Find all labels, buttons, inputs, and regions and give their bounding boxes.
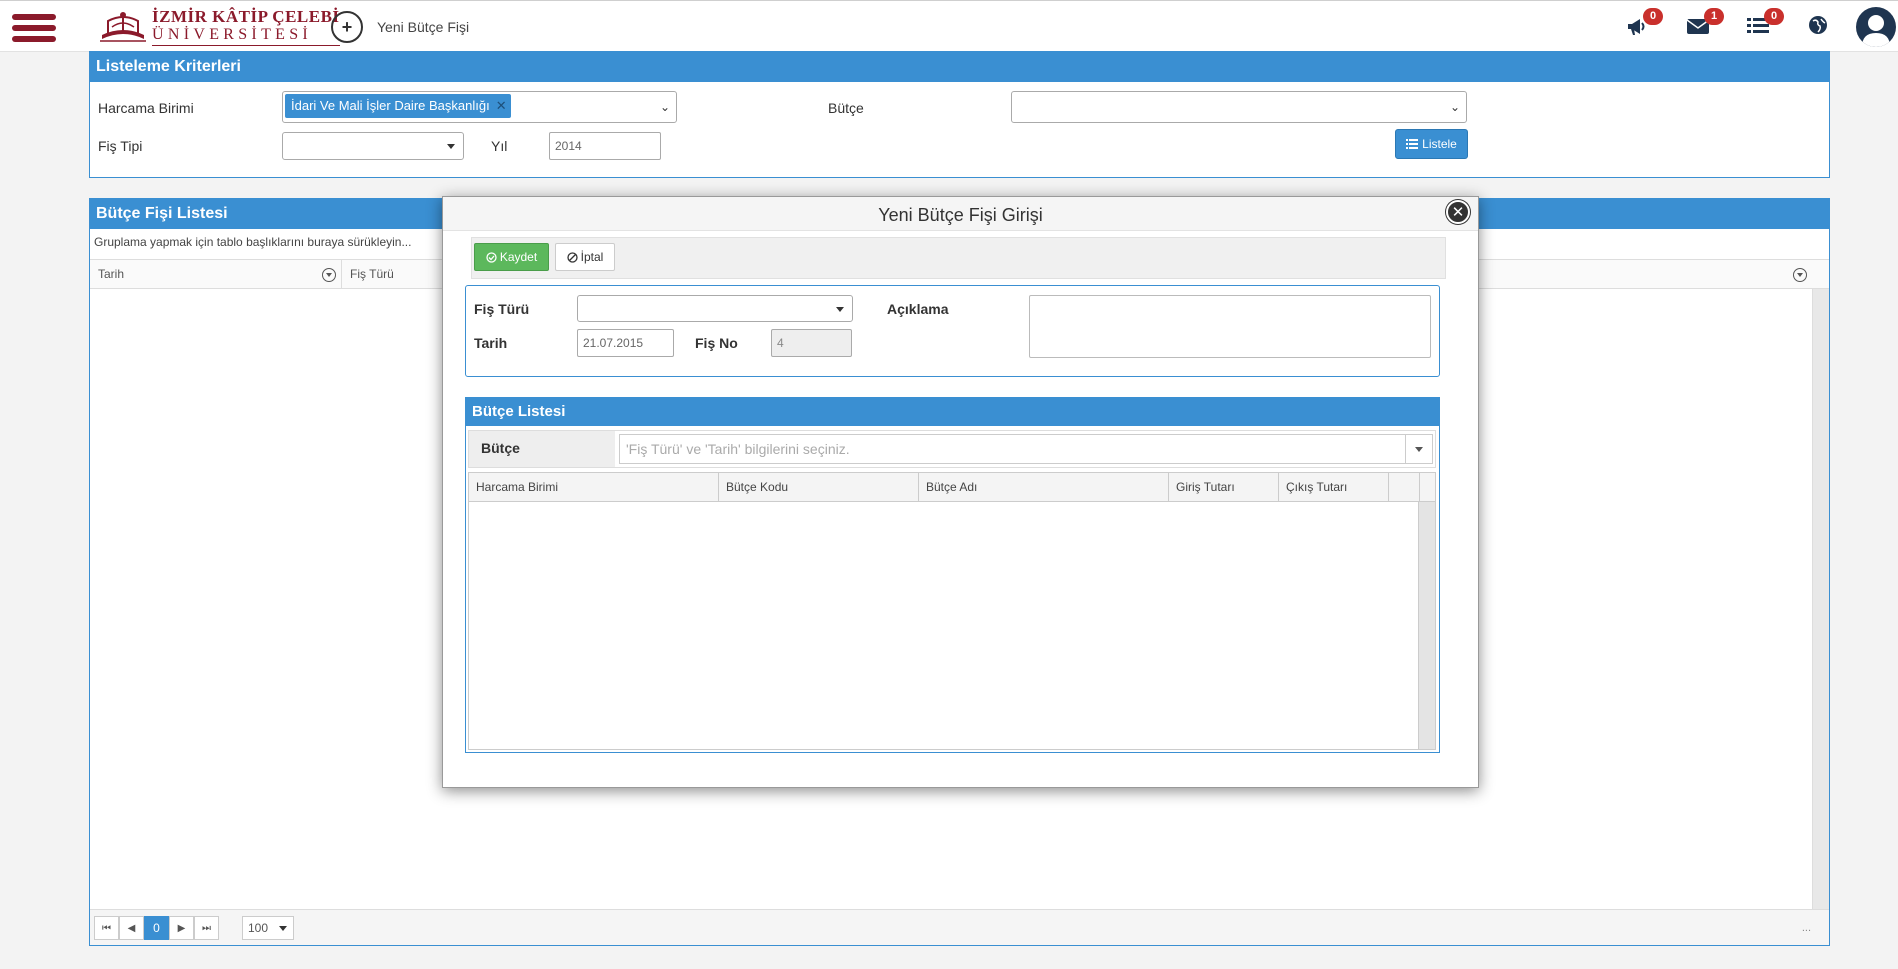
top-bar: İZMİR KÂTİP ÇELEBİ ÜNİVERSİTESİ + Yeni B… <box>0 0 1898 52</box>
page-size-select[interactable]: 100 <box>242 916 294 940</box>
budget-selector-row: Bütçe 'Fiş Türü' ve 'Tarih' bilgilerini … <box>468 430 1436 468</box>
fis-no-label: Fiş No <box>695 335 738 351</box>
cancel-button-label: İptal <box>580 250 604 264</box>
menu-icon[interactable] <box>12 14 56 42</box>
university-logo[interactable]: İZMİR KÂTİP ÇELEBİ ÜNİVERSİTESİ <box>98 7 340 47</box>
cancel-button[interactable]: İptal <box>555 243 615 271</box>
column-header-label: Tarih <box>98 267 125 281</box>
harcama-birimi-tag[interactable]: İdari Ve Mali İşler Daire Başkanlığı ✕ <box>285 94 511 118</box>
column-header-harcama-birimi[interactable]: Harcama Birimi <box>469 473 719 501</box>
budget-grid-scrollbar[interactable] <box>1418 502 1435 749</box>
list-button-label: Listele <box>1422 137 1457 151</box>
criteria-panel: Listeleme Kriterleri Harcama Birimi İdar… <box>89 51 1830 178</box>
messages-badge: 1 <box>1704 8 1724 25</box>
budget-select[interactable]: 'Fiş Türü' ve 'Tarih' bilgilerini seçini… <box>619 434 1433 464</box>
check-circle-icon <box>486 251 497 263</box>
tarih-input[interactable]: 21.07.2015 <box>577 329 674 357</box>
group-by-hint: Gruplama yapmak için tablo başlıklarını … <box>94 235 412 249</box>
caret-down-icon <box>1415 447 1423 452</box>
fis-tipi-label: Fiş Tipi <box>98 138 143 154</box>
fis-turu-select[interactable] <box>577 295 853 322</box>
remove-tag-icon[interactable]: ✕ <box>496 98 507 113</box>
plus-icon: + <box>331 11 363 43</box>
harcama-birimi-label: Harcama Birimi <box>98 100 194 116</box>
chevron-down-icon: ⌄ <box>659 100 670 114</box>
budget-selector-label: Bütçe <box>469 431 615 467</box>
butce-label: Bütçe <box>828 100 864 116</box>
filter-icon[interactable] <box>1793 268 1807 282</box>
prev-page-button[interactable]: ◀ <box>119 916 144 940</box>
aciklama-textarea[interactable] <box>1029 295 1431 358</box>
slip-form: Fiş Türü Açıklama Tarih 21.07.2015 Fiş N… <box>465 285 1440 377</box>
globe-icon <box>1809 16 1827 34</box>
save-button-label: Kaydet <box>499 250 538 264</box>
aciklama-label: Açıklama <box>887 301 949 317</box>
budget-grid-header: Harcama Birimi Bütçe Kodu Bütçe Adı Giri… <box>469 473 1435 502</box>
yil-label: Yıl <box>491 138 508 154</box>
list-icon <box>1406 138 1419 149</box>
new-budget-slip-label: Yeni Bütçe Fişi <box>377 19 470 35</box>
announcements-badge: 0 <box>1643 8 1663 25</box>
budget-select-placeholder: 'Fiş Türü' ve 'Tarih' bilgilerini seçini… <box>626 441 850 457</box>
tasks-badge: 0 <box>1764 8 1784 25</box>
logo-title: İZMİR KÂTİP ÇELEBİ <box>152 7 340 26</box>
fis-turu-label: Fiş Türü <box>474 301 530 317</box>
ban-icon <box>567 251 578 263</box>
budget-grid: Harcama Birimi Bütçe Kodu Bütçe Adı Giri… <box>468 472 1436 750</box>
fis-tipi-select[interactable] <box>282 132 464 160</box>
harcama-birimi-tag-label: İdari Ve Mali İşler Daire Başkanlığı <box>291 98 490 113</box>
list-button[interactable]: Listele <box>1395 129 1468 159</box>
column-header-actions <box>1389 473 1420 501</box>
filter-icon[interactable] <box>322 268 336 282</box>
caret-down-icon <box>279 926 287 931</box>
fis-no-input: 4 <box>771 329 852 357</box>
column-header-giris-tutari[interactable]: Giriş Tutarı <box>1169 473 1279 501</box>
caret-down-icon <box>447 144 455 149</box>
harcama-birimi-select[interactable]: İdari Ve Mali İşler Daire Başkanlığı ✕ ⌄ <box>282 91 677 123</box>
chevron-down-icon: ⌄ <box>1449 100 1460 114</box>
grid-pager: ⏮ ◀ 0 ▶ ⏭ 100 ... <box>90 909 1829 945</box>
new-budget-slip-button[interactable]: + Yeni Bütçe Fişi <box>331 11 469 43</box>
close-icon[interactable]: ✕ <box>1446 200 1470 224</box>
column-header-cikis-tutari[interactable]: Çıkış Tutarı <box>1279 473 1389 501</box>
user-avatar[interactable] <box>1856 7 1896 47</box>
yil-input[interactable]: 2014 <box>549 132 661 160</box>
column-header-label: Fiş Türü <box>350 267 394 281</box>
next-page-button[interactable]: ▶ <box>169 916 194 940</box>
save-button[interactable]: Kaydet <box>474 243 549 271</box>
pager-info: ... <box>1801 922 1811 934</box>
current-page-button[interactable]: 0 <box>144 916 169 940</box>
grid-scrollbar[interactable] <box>1812 289 1829 909</box>
caret-down-icon <box>836 306 844 312</box>
modal-toolbar: Kaydet İptal <box>471 237 1446 279</box>
column-header-butce-adi[interactable]: Bütçe Adı <box>919 473 1169 501</box>
user-icon <box>1862 15 1890 47</box>
tasks-button[interactable]: 0 <box>1746 8 1784 40</box>
last-page-button[interactable]: ⏭ <box>194 916 219 940</box>
budget-list-panel: Bütçe Listesi Bütçe 'Fiş Türü' ve 'Tarih… <box>465 397 1440 753</box>
criteria-title: Listeleme Kriterleri <box>90 52 1829 82</box>
budget-list-title: Bütçe Listesi <box>466 398 1439 426</box>
first-page-button[interactable]: ⏮ <box>94 916 119 940</box>
logo-emblem-icon <box>100 12 146 42</box>
tarih-label: Tarih <box>474 335 508 351</box>
language-button[interactable] <box>1807 14 1837 40</box>
messages-button[interactable]: 1 <box>1686 8 1724 40</box>
announcements-button[interactable]: 0 <box>1625 8 1663 40</box>
page-size-value: 100 <box>248 921 269 935</box>
column-header-butce-kodu[interactable]: Bütçe Kodu <box>719 473 919 501</box>
new-budget-slip-modal: Yeni Bütçe Fişi Girişi ✕ Kaydet İptal Fi… <box>442 196 1479 788</box>
butce-select[interactable]: ⌄ <box>1011 91 1467 123</box>
logo-subtitle: ÜNİVERSİTESİ <box>152 27 340 46</box>
column-header-tarih[interactable]: Tarih <box>90 260 342 288</box>
modal-title: Yeni Bütçe Fişi Girişi <box>443 197 1478 231</box>
